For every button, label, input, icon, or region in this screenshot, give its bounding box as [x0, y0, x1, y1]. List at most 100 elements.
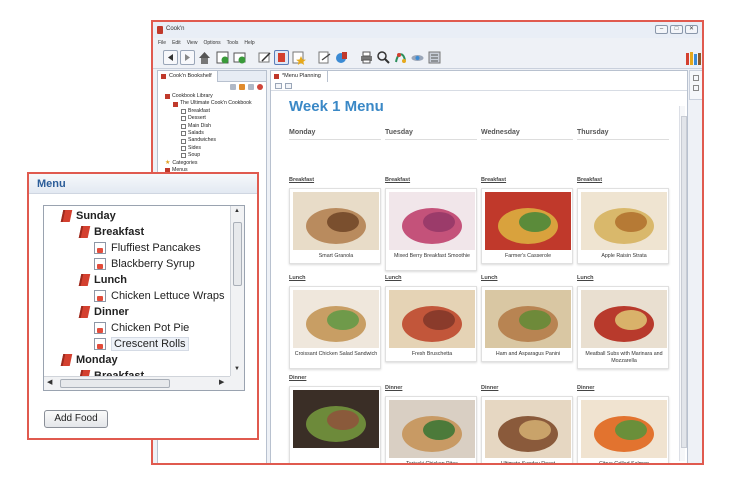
hscroll-thumb[interactable]: [60, 379, 170, 388]
menu-view[interactable]: View: [187, 40, 198, 46]
forward-icon[interactable]: [180, 50, 195, 65]
recipe-card[interactable]: [289, 386, 381, 463]
recipe-card[interactable]: Citrus Grilled Salmon: [577, 396, 669, 463]
menu-tree-label: Blackberry Syrup: [111, 258, 195, 270]
menu-content: Week 1 Menu Monday Tuesday Wednesday Thursd…: [289, 96, 669, 463]
meal-label[interactable]: Breakfast: [481, 177, 506, 183]
recipe-photo: [485, 192, 571, 250]
menu-tree-node[interactable]: Monday: [60, 352, 118, 368]
view-icon[interactable]: [275, 83, 282, 89]
delete-icon[interactable]: [257, 84, 263, 90]
add-item-icon[interactable]: [232, 50, 247, 65]
recipe-icon: [94, 242, 106, 254]
recipe-card[interactable]: Apple Raisin Strata: [577, 188, 669, 264]
add-recipe-icon[interactable]: [215, 50, 230, 65]
meal-label[interactable]: Breakfast: [289, 177, 314, 183]
pin-icon[interactable]: [693, 75, 699, 81]
library-books-icon[interactable]: [685, 50, 702, 65]
edit-mode-icon[interactable]: [285, 83, 292, 89]
mix-icon[interactable]: [393, 50, 408, 65]
notes-icon[interactable]: [693, 85, 699, 91]
close-button[interactable]: ✕: [685, 25, 698, 34]
calculator-icon[interactable]: [427, 50, 442, 65]
section-icon: [181, 123, 186, 129]
menu-tree-node[interactable]: Dinner: [78, 304, 129, 320]
menu-help[interactable]: Help: [244, 40, 254, 46]
recipe-card[interactable]: Ham and Asparagus Panini: [481, 286, 573, 362]
bookshelf-item-label: Breakfast: [188, 107, 210, 114]
meal-label[interactable]: Breakfast: [577, 177, 602, 183]
menu-options[interactable]: Options: [203, 40, 220, 46]
maximize-button[interactable]: □: [670, 25, 683, 34]
menu-tree-vscrollbar[interactable]: ▲ ▼: [230, 206, 244, 377]
meal-label[interactable]: Lunch: [481, 275, 498, 281]
minimize-button[interactable]: –: [655, 25, 668, 34]
menu-tree-node[interactable]: Breakfast: [78, 224, 144, 240]
menu-file[interactable]: File: [158, 40, 166, 46]
screenshot: Cook'n – □ ✕ File Edit View Options Tool…: [0, 0, 731, 480]
menu-tree-label: Sunday: [76, 210, 116, 222]
menu-tree-node[interactable]: Fluffiest Pancakes: [94, 240, 201, 256]
refresh-icon[interactable]: [248, 84, 254, 90]
recipe-card[interactable]: Mixed Berry Breakfast Smoothie: [385, 188, 477, 271]
bookshelf-item[interactable]: Dessert: [161, 115, 252, 122]
recipe-card[interactable]: Meatball Subs with Marinara and Mozzarel…: [577, 286, 669, 369]
bookshelf-item[interactable]: The Ultimate Cook'n Cookbook: [161, 100, 252, 107]
recipe-card[interactable]: Fresh Bruschetta: [385, 286, 477, 362]
meal-label[interactable]: Lunch: [289, 275, 306, 281]
menu-edit[interactable]: Edit: [172, 40, 181, 46]
scroll-thumb[interactable]: [233, 222, 242, 286]
bookshelf-item-label: Dessert: [188, 115, 206, 122]
bookshelf-item[interactable]: Salads: [161, 130, 252, 137]
bookshelf-item[interactable]: Cookbook Library: [161, 93, 252, 100]
bookshelf-item[interactable]: Soup: [161, 152, 252, 159]
bookshelf-item[interactable]: Sides: [161, 145, 252, 152]
shop-icon[interactable]: [410, 50, 425, 65]
menu-tree-hscrollbar[interactable]: ◀ ▶: [44, 376, 232, 390]
tab-menu-planning[interactable]: *Menu Planning: [271, 71, 328, 82]
bookshelf-item[interactable]: Sandwiches: [161, 137, 252, 144]
bookshelf-item[interactable]: Main Dish: [161, 123, 252, 130]
recipe-card[interactable]: Croissant Chicken Salad Sandwich: [289, 286, 381, 369]
import-icon[interactable]: [317, 50, 332, 65]
menu-tree-node[interactable]: Blackberry Syrup: [94, 256, 195, 272]
new-icon[interactable]: [230, 84, 236, 90]
menu-tree-node[interactable]: Crescent Rolls: [94, 336, 189, 352]
menu-tree-node[interactable]: Lunch: [78, 272, 127, 288]
meal-label[interactable]: Dinner: [577, 385, 594, 391]
recipe-card[interactable]: Farmer's Casserole: [481, 188, 573, 264]
download-icon[interactable]: [239, 84, 245, 90]
recipe-card[interactable]: Ultimate Sunday Roast: [481, 396, 573, 463]
recipe-photo: [389, 290, 475, 348]
meal-label[interactable]: Dinner: [481, 385, 498, 391]
meal-label[interactable]: Breakfast: [385, 177, 410, 183]
back-icon[interactable]: [163, 50, 178, 65]
scroll-left-icon[interactable]: ◀: [47, 378, 52, 386]
edit-icon[interactable]: [257, 50, 272, 65]
meal-label[interactable]: Lunch: [385, 275, 402, 281]
recipe-card[interactable]: Smart Granola: [289, 188, 381, 264]
recipe-name: Fresh Bruschetta: [411, 351, 453, 357]
favorite-star-icon[interactable]: [291, 50, 306, 65]
scroll-down-icon[interactable]: ▼: [234, 366, 240, 372]
bookshelf-item[interactable]: Breakfast: [161, 108, 252, 115]
menu-tree-node[interactable]: Chicken Pot Pie: [94, 320, 189, 336]
menu-tree-node[interactable]: Chicken Lettuce Wraps: [94, 288, 225, 304]
add-food-button[interactable]: Add Food: [44, 410, 108, 428]
bookshelf-item[interactable]: ★ Categories: [161, 160, 252, 167]
bookshelf-tab[interactable]: Cook'n Bookshelf: [158, 71, 218, 82]
menu-tools[interactable]: Tools: [227, 40, 239, 46]
export-icon[interactable]: [334, 50, 349, 65]
recipe-card[interactable]: Teriyaki Chicken Pitas: [385, 396, 477, 463]
meal-label[interactable]: Dinner: [385, 385, 402, 391]
bookshelf-icon[interactable]: [274, 50, 289, 65]
scroll-up-icon[interactable]: ▲: [234, 208, 240, 214]
home-icon[interactable]: [197, 50, 212, 65]
search-icon[interactable]: [376, 50, 391, 65]
editor-scrollbar[interactable]: [679, 106, 687, 461]
menu-tree-node[interactable]: Sunday: [60, 208, 116, 224]
print-icon[interactable]: [359, 50, 374, 65]
meal-label[interactable]: Dinner: [289, 375, 306, 381]
scroll-right-icon[interactable]: ▶: [219, 378, 224, 386]
meal-label[interactable]: Lunch: [577, 275, 594, 281]
